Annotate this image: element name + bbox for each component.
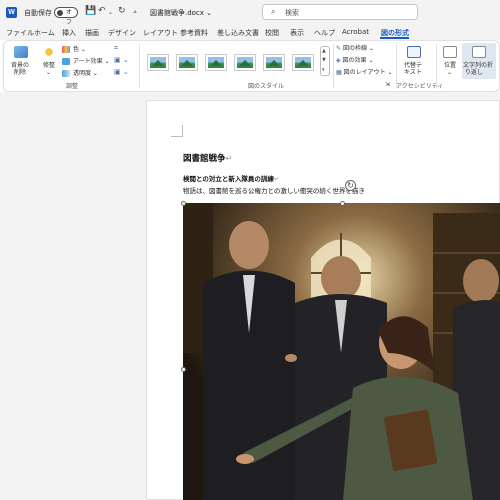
customize-quick-access-icon[interactable]: ⩡: [133, 8, 137, 17]
tab-draw[interactable]: 描画: [85, 28, 99, 38]
tab-acrobat[interactable]: Acrobat: [342, 28, 369, 36]
picture-style-3[interactable]: [205, 54, 227, 71]
document-body-text[interactable]: 物語は、図書館を巡る公権力との激しい衝突の続く世界を描き: [183, 185, 365, 195]
rotate-handle-icon[interactable]: ↻: [345, 180, 356, 191]
gallery-expand-icon[interactable]: ▾: [322, 67, 325, 73]
remove-background-icon: [14, 46, 28, 58]
title-bar: W 自動保存 オフ 💾 ↶ ⌄ ↻ ⩡ 図書館戦争.docx ⌄ ⌕ 検索: [0, 0, 500, 26]
wrap-text-icon: [472, 46, 486, 58]
active-tab-indicator: [380, 37, 409, 39]
group-separator: [436, 44, 437, 88]
corrections-icon: [42, 46, 56, 58]
resize-handle-top-left[interactable]: [181, 201, 186, 206]
picture-styles-group-label: 図のスタイル: [248, 83, 285, 90]
group-separator: [139, 44, 140, 88]
picture-effects-button[interactable]: ◈ 図の効果 ⌄: [336, 57, 374, 64]
tab-review[interactable]: 校閲: [265, 28, 279, 38]
document-page[interactable]: 図書館戦争↵ 検閲との対立と新入隊員の訓練↵ 物語は、図書館を巡る公権力との激し…: [146, 100, 500, 500]
picture-style-2[interactable]: [176, 54, 198, 71]
autosave-toggle[interactable]: オフ: [54, 7, 78, 26]
undo-icon[interactable]: ↶: [98, 6, 106, 16]
resize-handle-top-center[interactable]: [340, 201, 345, 206]
layout-icon: ▦: [336, 69, 342, 76]
style-gallery-scroll[interactable]: ▲ ▼ ▾: [320, 46, 330, 76]
group-separator: [333, 44, 334, 88]
resize-handle-middle-left[interactable]: [181, 367, 186, 372]
color-button[interactable]: 色 ⌄: [73, 46, 86, 53]
wrap-text-button[interactable]: 文字列の折 り返し: [463, 62, 493, 76]
picture-layout-button[interactable]: ▦ 図のレイアウト ⌄: [336, 69, 393, 76]
adjust-group-label: 調整: [66, 83, 79, 90]
styles-dialog-launcher-icon[interactable]: ⇲: [385, 81, 390, 88]
ribbon: 背景の 削除 修整 ⌄ 色 ⌄ アート効果 ⌄ 透明度 ⌄ ⌗ ▣ ⌄ ▣ ⌄ …: [3, 40, 500, 92]
corrections-dropdown-icon[interactable]: ⌄: [46, 69, 51, 76]
tab-help[interactable]: ヘルプ: [314, 28, 335, 38]
tab-mailings[interactable]: 差し込み文書: [217, 28, 259, 38]
undo-dropdown-icon[interactable]: ⌄: [108, 9, 113, 16]
picture-style-1[interactable]: [147, 54, 169, 71]
tab-insert[interactable]: 挿入: [62, 28, 76, 38]
compress-pictures-icon[interactable]: ⌗: [114, 45, 118, 52]
picture-style-5[interactable]: [263, 54, 285, 71]
library-scene-illustration: [183, 203, 500, 500]
save-icon[interactable]: 💾: [85, 6, 96, 16]
tab-view[interactable]: 表示: [290, 28, 304, 38]
picture-border-button[interactable]: ✎ 図の枠線 ⌄: [336, 45, 374, 52]
search-box[interactable]: ⌕ 検索: [262, 4, 418, 20]
effects-icon: ◈: [336, 57, 341, 64]
tab-references[interactable]: 参考資料: [180, 28, 208, 38]
tab-layout[interactable]: レイアウト: [143, 28, 178, 38]
artistic-effects-button[interactable]: アート効果 ⌄: [73, 58, 110, 65]
pen-icon: ✎: [336, 45, 342, 52]
search-placeholder: 検索: [285, 9, 299, 17]
autosave-label: 自動保存: [24, 9, 52, 17]
position-icon: [443, 46, 457, 58]
tab-design[interactable]: デザイン: [108, 28, 136, 38]
picture-style-6[interactable]: [292, 54, 314, 71]
reset-picture-icon[interactable]: ▣ ⌄: [114, 69, 129, 76]
artistic-effects-icon: [62, 58, 70, 65]
position-dropdown-icon[interactable]: ⌄: [447, 69, 452, 76]
document-title[interactable]: 図書館戦争↵: [183, 152, 233, 164]
chevron-down-icon[interactable]: ▼: [322, 57, 326, 63]
alt-text-icon: [407, 46, 421, 58]
position-button[interactable]: 位置: [444, 62, 456, 69]
change-picture-icon[interactable]: ▣ ⌄: [114, 57, 129, 64]
document-area: 図書館戦争↵ 検閲との対立と新入隊員の訓練↵ 物語は、図書館を巡る公権力との激し…: [0, 92, 500, 500]
redo-icon[interactable]: ↻: [118, 6, 126, 16]
transparency-icon: [62, 70, 70, 77]
toggle-knob-icon: [57, 10, 63, 16]
remove-background-button[interactable]: 背景の 削除: [11, 62, 29, 76]
margin-corner-mark: [171, 125, 183, 137]
color-icon: [62, 46, 70, 53]
ribbon-tabs: ファイル ホーム 挿入 描画 デザイン レイアウト 参考資料 差し込み文書 校閲…: [0, 25, 500, 40]
document-heading[interactable]: 検閲との対立と新入隊員の訓練↵: [183, 173, 279, 183]
document-filename[interactable]: 図書館戦争.docx ⌄: [150, 8, 212, 18]
word-icon[interactable]: W: [6, 7, 17, 18]
transparency-button[interactable]: 透明度 ⌄: [73, 70, 98, 77]
search-icon: ⌕: [271, 7, 276, 16]
picture-style-4[interactable]: [234, 54, 256, 71]
corrections-button[interactable]: 修整: [43, 62, 55, 69]
tab-home[interactable]: ホーム: [34, 28, 55, 38]
tab-file[interactable]: ファイル: [6, 28, 34, 38]
alt-text-button[interactable]: 代替テ キスト: [404, 62, 422, 76]
chevron-up-icon[interactable]: ▲: [322, 48, 326, 54]
inserted-picture[interactable]: [183, 203, 500, 500]
